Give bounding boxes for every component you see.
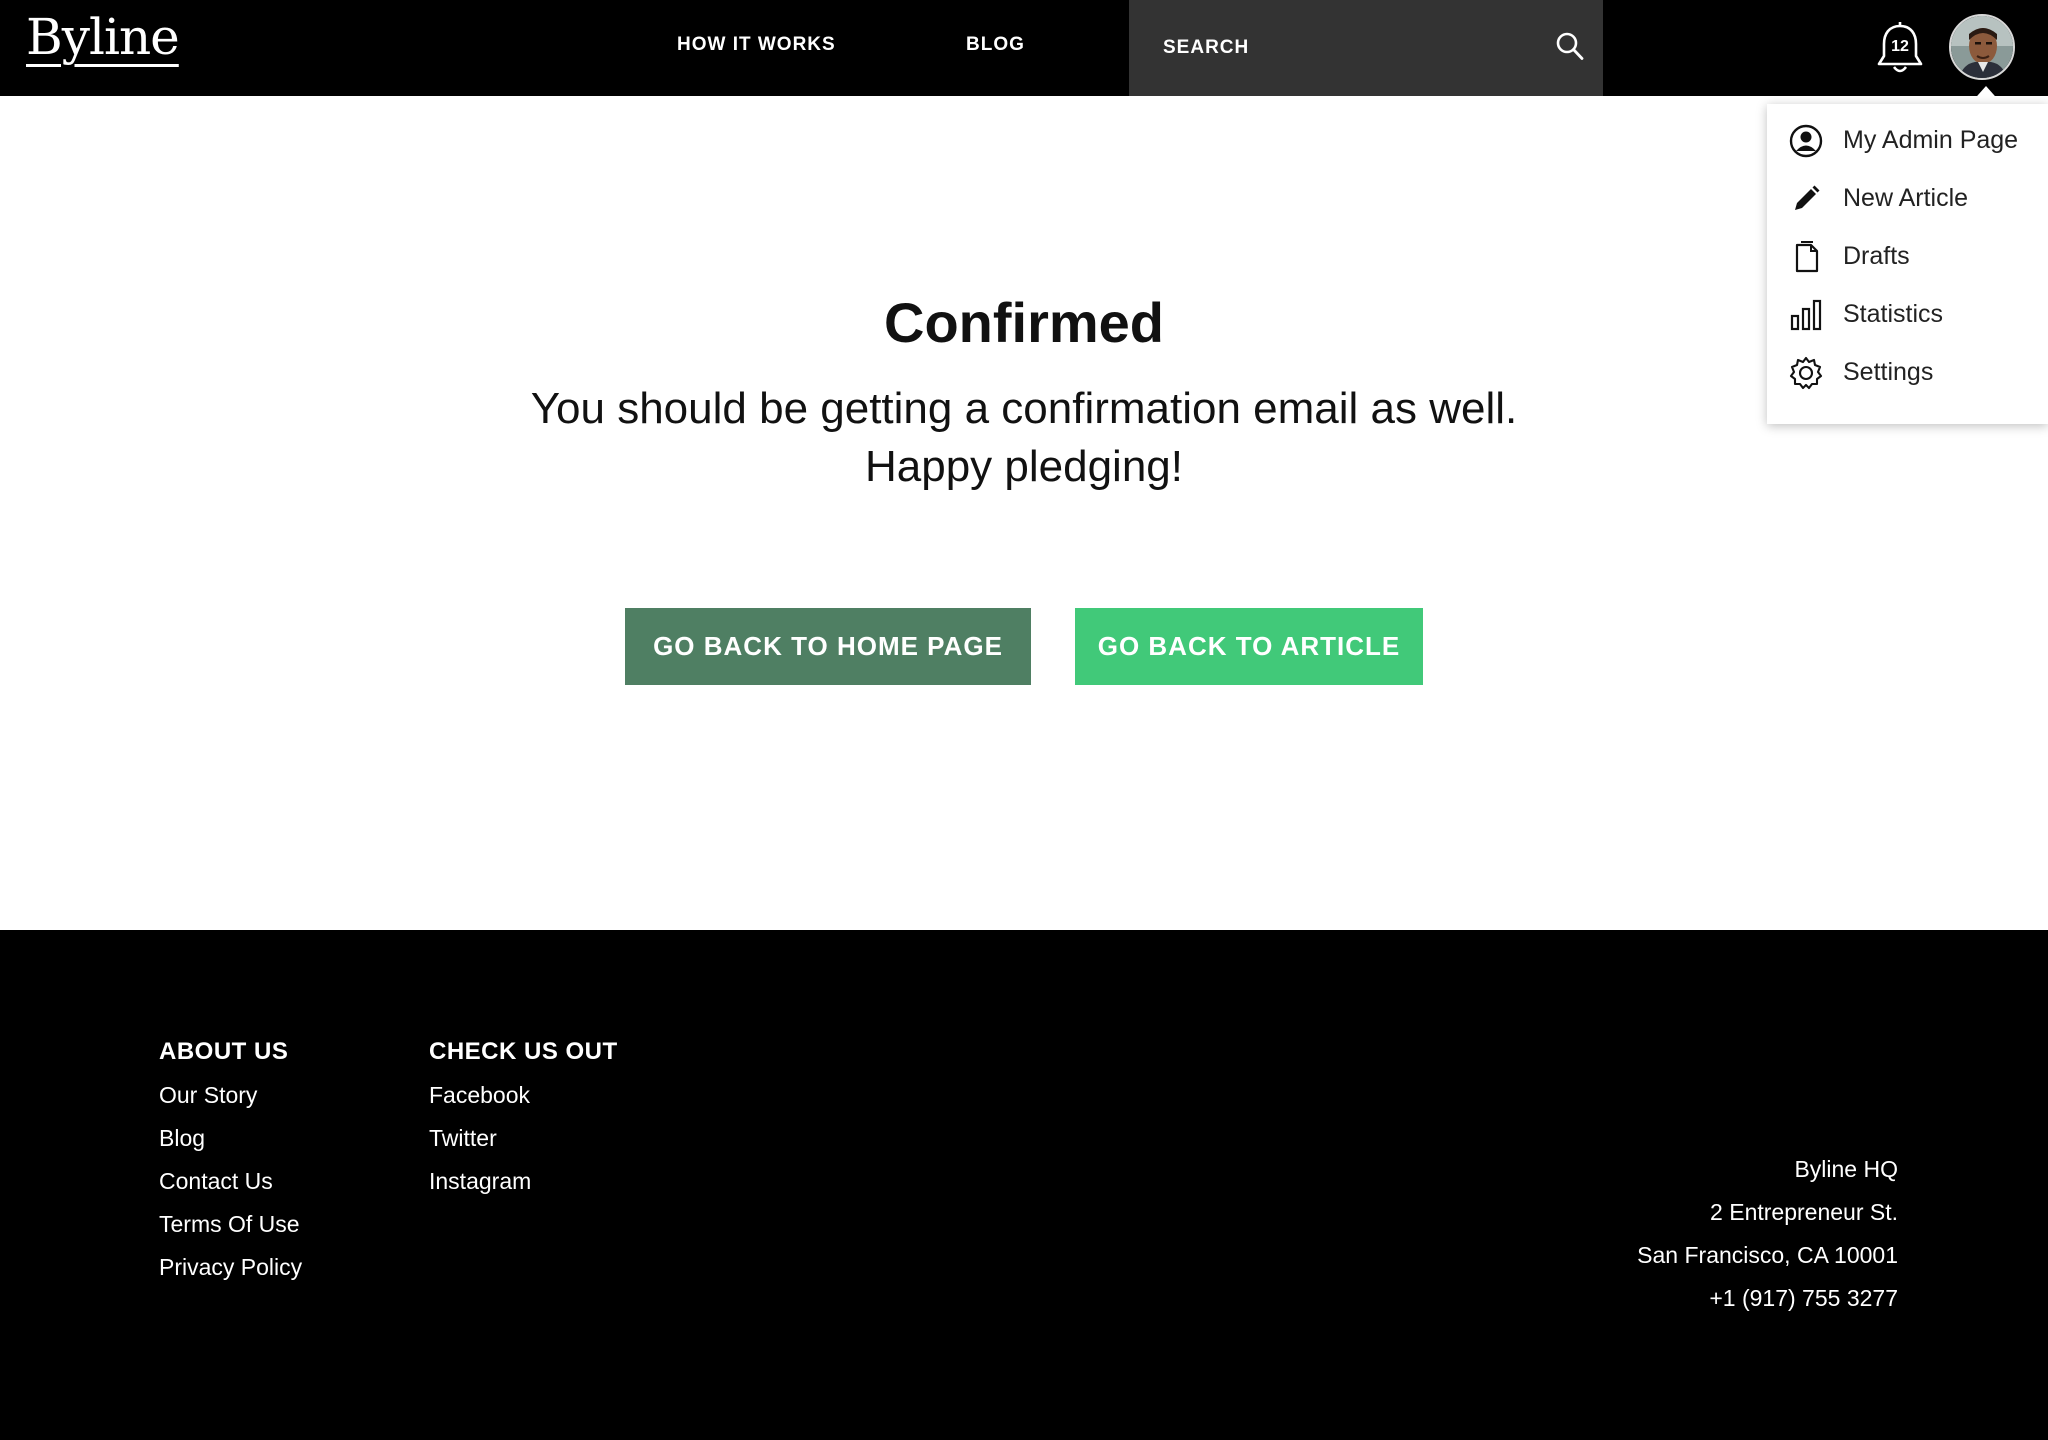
document-icon bbox=[1789, 240, 1823, 274]
footer-check-heading: CHECK US OUT bbox=[429, 1038, 618, 1065]
footer-link-our-story[interactable]: Our Story bbox=[159, 1074, 302, 1117]
go-back-article-button[interactable]: GO BACK TO ARTICLE bbox=[1075, 608, 1423, 685]
go-back-home-button[interactable]: GO BACK TO HOME PAGE bbox=[625, 608, 1031, 685]
address-street: 2 Entrepreneur St. bbox=[1710, 1199, 1898, 1225]
footer-social-section: CHECK US OUT Facebook Twitter Instagram bbox=[429, 1030, 618, 1203]
footer-link-blog[interactable]: Blog bbox=[159, 1117, 302, 1160]
user-dropdown-menu: My Admin Page New Article Drafts Statist… bbox=[1767, 104, 2048, 424]
page-title: Confirmed bbox=[884, 291, 1164, 354]
menu-item-my-admin-page[interactable]: My Admin Page bbox=[1789, 118, 2044, 164]
notifications-button[interactable]: 12 bbox=[1874, 20, 1926, 78]
confirmation-message: You should be getting a confirmation ema… bbox=[0, 380, 2048, 496]
address-name: Byline HQ bbox=[1794, 1156, 1898, 1182]
search-input[interactable] bbox=[1161, 30, 1525, 66]
footer-about-heading: ABOUT US bbox=[159, 1038, 289, 1065]
address-city: San Francisco, CA 10001 bbox=[1637, 1242, 1898, 1268]
footer-link-facebook[interactable]: Facebook bbox=[429, 1074, 618, 1117]
menu-item-new-article[interactable]: New Article bbox=[1789, 176, 2044, 222]
footer-link-contact-us[interactable]: Contact Us bbox=[159, 1160, 302, 1203]
message-line-1: You should be getting a confirmation ema… bbox=[530, 384, 1518, 433]
menu-item-drafts[interactable]: Drafts bbox=[1789, 234, 2044, 280]
footer-address: Byline HQ 2 Entrepreneur St. San Francis… bbox=[1637, 1148, 1898, 1320]
nav-how-it-works[interactable]: HOW IT WORKS bbox=[677, 34, 836, 56]
footer-link-privacy-policy[interactable]: Privacy Policy bbox=[159, 1246, 302, 1289]
footer-link-terms-of-use[interactable]: Terms Of Use bbox=[159, 1203, 302, 1246]
menu-item-label: Drafts bbox=[1843, 242, 1910, 270]
footer-about-section: ABOUT US Our Story Blog Contact Us Terms… bbox=[159, 1030, 302, 1289]
message-line-2: Happy pledging! bbox=[864, 442, 1183, 491]
pencil-icon bbox=[1789, 182, 1823, 216]
footer-link-instagram[interactable]: Instagram bbox=[429, 1160, 618, 1203]
menu-item-label: New Article bbox=[1843, 184, 1969, 212]
menu-item-label: My Admin Page bbox=[1843, 126, 2019, 154]
site-footer: ABOUT US Our Story Blog Contact Us Terms… bbox=[0, 930, 2048, 1440]
nav-blog[interactable]: BLOG bbox=[966, 34, 1025, 56]
address-phone: +1 (917) 755 3277 bbox=[1709, 1285, 1898, 1311]
top-nav-bar: Byline HOW IT WORKS BLOG 12 bbox=[0, 0, 2048, 96]
dropdown-caret bbox=[1970, 86, 2002, 104]
search-bar bbox=[1129, 0, 1603, 96]
footer-link-twitter[interactable]: Twitter bbox=[429, 1117, 618, 1160]
search-icon[interactable] bbox=[1553, 30, 1587, 64]
user-avatar[interactable] bbox=[1949, 14, 2015, 80]
byline-logo[interactable]: Byline bbox=[26, 12, 180, 62]
notification-count-badge: 12 bbox=[1891, 38, 1909, 55]
user-circle-icon bbox=[1789, 124, 1823, 158]
